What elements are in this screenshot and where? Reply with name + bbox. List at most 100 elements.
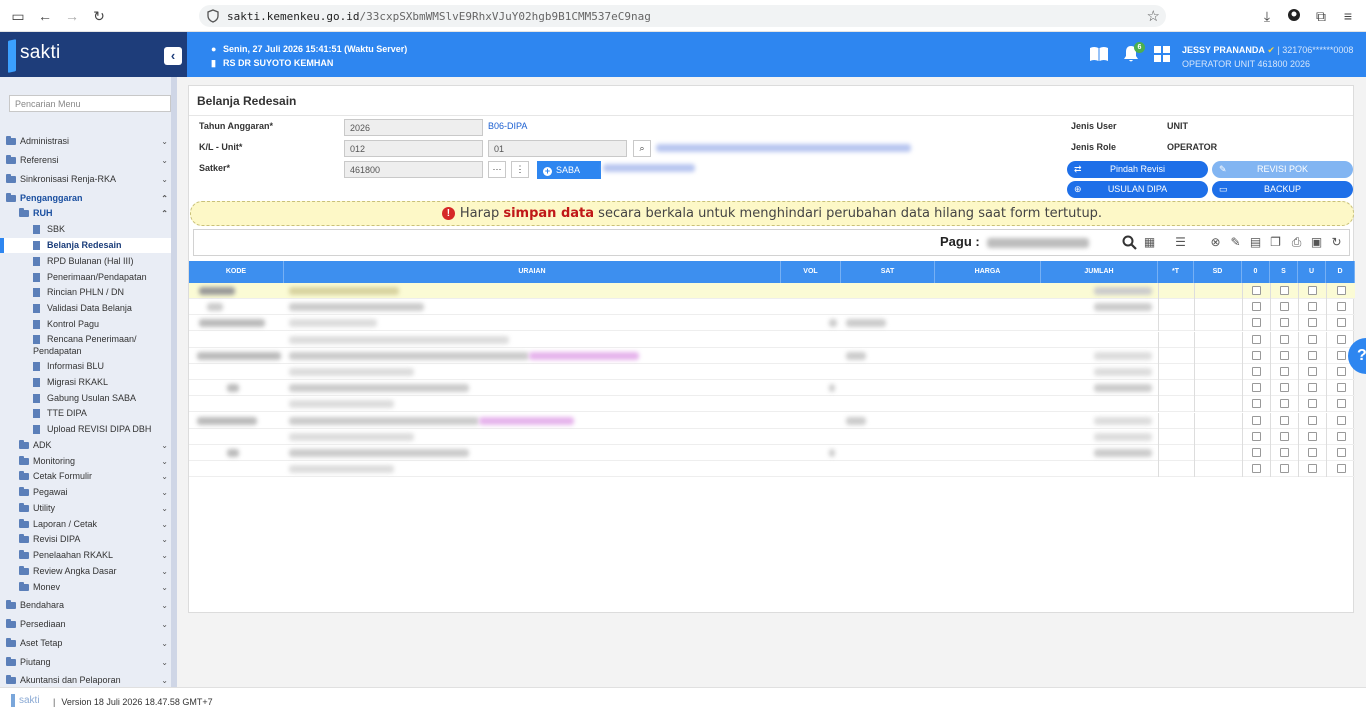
row-checkbox[interactable] bbox=[1280, 318, 1289, 328]
extensions-icon[interactable]: ⧉ bbox=[1313, 8, 1329, 24]
sidebar-item[interactable]: Akuntansi dan Pelaporan ⌄ bbox=[0, 673, 171, 688]
row-checkbox[interactable] bbox=[1280, 399, 1289, 409]
row-checkbox[interactable] bbox=[1280, 415, 1289, 425]
sidebar-item[interactable]: Belanja Redesain bbox=[0, 238, 171, 253]
revisi-pok-button[interactable]: ✎ REVISI POK bbox=[1212, 161, 1353, 178]
sidebar-item[interactable]: Monev ⌄ bbox=[0, 580, 171, 595]
profile-icon[interactable] bbox=[1286, 8, 1302, 24]
reload-icon[interactable]: ↻ bbox=[91, 8, 107, 24]
sidebar-item[interactable]: Gabung Usulan SABA bbox=[0, 391, 171, 406]
menu-search-input[interactable]: Pencarian Menu bbox=[9, 95, 171, 112]
table-row[interactable] bbox=[189, 412, 1355, 429]
sidebar-item[interactable]: RPD Bulanan (Hal III) bbox=[0, 254, 171, 269]
table-row[interactable] bbox=[189, 283, 1355, 299]
row-checkbox[interactable] bbox=[1337, 383, 1346, 393]
row-checkbox[interactable] bbox=[1337, 415, 1346, 425]
sidebar-item[interactable]: TTE DIPA bbox=[0, 406, 171, 421]
row-checkbox[interactable] bbox=[1337, 302, 1346, 312]
row-checkbox[interactable] bbox=[1337, 431, 1346, 441]
sidebar-item[interactable]: SBK bbox=[0, 222, 171, 237]
row-checkbox[interactable] bbox=[1280, 464, 1289, 474]
sidebar-item[interactable]: Pendapatan bbox=[0, 344, 171, 359]
paste-icon[interactable]: ▤ bbox=[1248, 235, 1263, 250]
backup-button[interactable]: ▭ BACKUP bbox=[1212, 181, 1353, 198]
column-header[interactable]: SAT bbox=[841, 261, 935, 283]
tahun-field[interactable]: 2026 bbox=[344, 119, 483, 136]
row-checkbox[interactable] bbox=[1308, 383, 1317, 393]
row-checkbox[interactable] bbox=[1280, 448, 1289, 457]
column-header[interactable]: JUMLAH bbox=[1041, 261, 1158, 283]
sidebar-item[interactable]: Laporan / Cetak ⌄ bbox=[0, 517, 171, 532]
row-checkbox[interactable] bbox=[1308, 464, 1317, 474]
row-checkbox[interactable] bbox=[1252, 350, 1261, 360]
row-checkbox[interactable] bbox=[1337, 399, 1346, 409]
sidebar-item[interactable]: Cetak Formulir ⌄ bbox=[0, 469, 171, 484]
sidebar-item[interactable]: Penganggaran ⌃ bbox=[0, 191, 171, 206]
calculator-icon[interactable]: ▦ bbox=[1142, 235, 1157, 250]
row-checkbox[interactable] bbox=[1308, 448, 1317, 457]
pindah-revisi-button[interactable]: ⇄ Pindah Revisi bbox=[1067, 161, 1208, 178]
forward-icon[interactable]: → bbox=[64, 8, 80, 24]
table-row[interactable] bbox=[189, 445, 1355, 461]
refresh-icon[interactable]: ↻ bbox=[1329, 235, 1344, 250]
unit-field[interactable]: 01 bbox=[488, 140, 627, 157]
sidebar-item[interactable]: Revisi DIPA ⌄ bbox=[0, 532, 171, 547]
sidebar-item[interactable]: ADK ⌄ bbox=[0, 438, 171, 453]
row-checkbox[interactable] bbox=[1252, 431, 1261, 441]
satker-field[interactable]: 461800 bbox=[344, 161, 483, 178]
sidebar-item[interactable]: Rincian PHLN / DN bbox=[0, 285, 171, 300]
column-header[interactable]: *T bbox=[1158, 261, 1194, 283]
row-checkbox[interactable] bbox=[1252, 334, 1261, 344]
row-checkbox[interactable] bbox=[1280, 383, 1289, 393]
satker-options-button[interactable]: ⋮ bbox=[511, 161, 529, 178]
row-checkbox[interactable] bbox=[1252, 318, 1261, 328]
save-icon[interactable]: ▣ bbox=[1309, 235, 1324, 250]
row-checkbox[interactable] bbox=[1308, 286, 1317, 295]
saba-button[interactable]: + SABA bbox=[537, 161, 601, 179]
menu-icon[interactable]: ≡ bbox=[1340, 8, 1356, 24]
row-checkbox[interactable] bbox=[1280, 286, 1289, 295]
row-checkbox[interactable] bbox=[1337, 318, 1346, 328]
row-checkbox[interactable] bbox=[1337, 286, 1346, 295]
table-row[interactable] bbox=[189, 347, 1355, 364]
table-row[interactable] bbox=[189, 380, 1355, 397]
row-checkbox[interactable] bbox=[1252, 415, 1261, 425]
row-checkbox[interactable] bbox=[1280, 431, 1289, 441]
row-checkbox[interactable] bbox=[1337, 334, 1346, 344]
kl-field[interactable]: 012 bbox=[344, 140, 483, 157]
row-checkbox[interactable] bbox=[1308, 415, 1317, 425]
column-header[interactable]: URAIAN bbox=[284, 261, 781, 283]
table-row[interactable] bbox=[189, 461, 1355, 478]
row-checkbox[interactable] bbox=[1308, 399, 1317, 409]
search-unit-button[interactable]: ⌕ bbox=[633, 140, 651, 157]
row-checkbox[interactable] bbox=[1337, 448, 1346, 457]
sidebar-item[interactable]: Aset Tetap ⌄ bbox=[0, 636, 171, 651]
row-checkbox[interactable] bbox=[1280, 367, 1289, 376]
user-info[interactable]: JESSY PRANANDA ✔ | 321706******0008 OPER… bbox=[1182, 43, 1353, 71]
cancel-icon[interactable]: ⊗ bbox=[1208, 235, 1223, 250]
row-checkbox[interactable] bbox=[1252, 464, 1261, 474]
row-checkbox[interactable] bbox=[1308, 318, 1317, 328]
column-header[interactable]: VOL bbox=[781, 261, 841, 283]
grid-apps-icon[interactable] bbox=[1151, 43, 1173, 65]
sidebar-item[interactable]: Penelaahan RKAKL ⌄ bbox=[0, 548, 171, 563]
dipa-link[interactable]: B06-DIPA bbox=[488, 121, 527, 131]
copy-icon[interactable]: ❐ bbox=[1268, 235, 1283, 250]
table-row[interactable] bbox=[189, 331, 1355, 348]
sidebar-item[interactable]: Piutang ⌄ bbox=[0, 655, 171, 670]
row-checkbox[interactable] bbox=[1308, 431, 1317, 441]
row-checkbox[interactable] bbox=[1337, 367, 1346, 376]
row-checkbox[interactable] bbox=[1252, 302, 1261, 312]
sidebar-item[interactable]: Validasi Data Belanja bbox=[0, 301, 171, 316]
table-row[interactable] bbox=[189, 364, 1355, 380]
row-checkbox[interactable] bbox=[1308, 302, 1317, 312]
sidebar-item[interactable]: Sinkronisasi Renja-RKA ⌄ bbox=[0, 172, 171, 187]
sidebar-item[interactable]: Penerimaan/Pendapatan bbox=[0, 270, 171, 285]
sidebar-item[interactable]: Review Angka Dasar ⌄ bbox=[0, 564, 171, 579]
row-checkbox[interactable] bbox=[1252, 286, 1261, 295]
sidebar-item[interactable]: Referensi ⌄ bbox=[0, 153, 171, 168]
bookmark-star-icon[interactable]: ☆ bbox=[1147, 7, 1160, 25]
sidebar-toggle-icon[interactable]: ▭ bbox=[10, 8, 26, 24]
row-checkbox[interactable] bbox=[1252, 367, 1261, 376]
sidebar-item[interactable]: Kontrol Pagu bbox=[0, 317, 171, 332]
